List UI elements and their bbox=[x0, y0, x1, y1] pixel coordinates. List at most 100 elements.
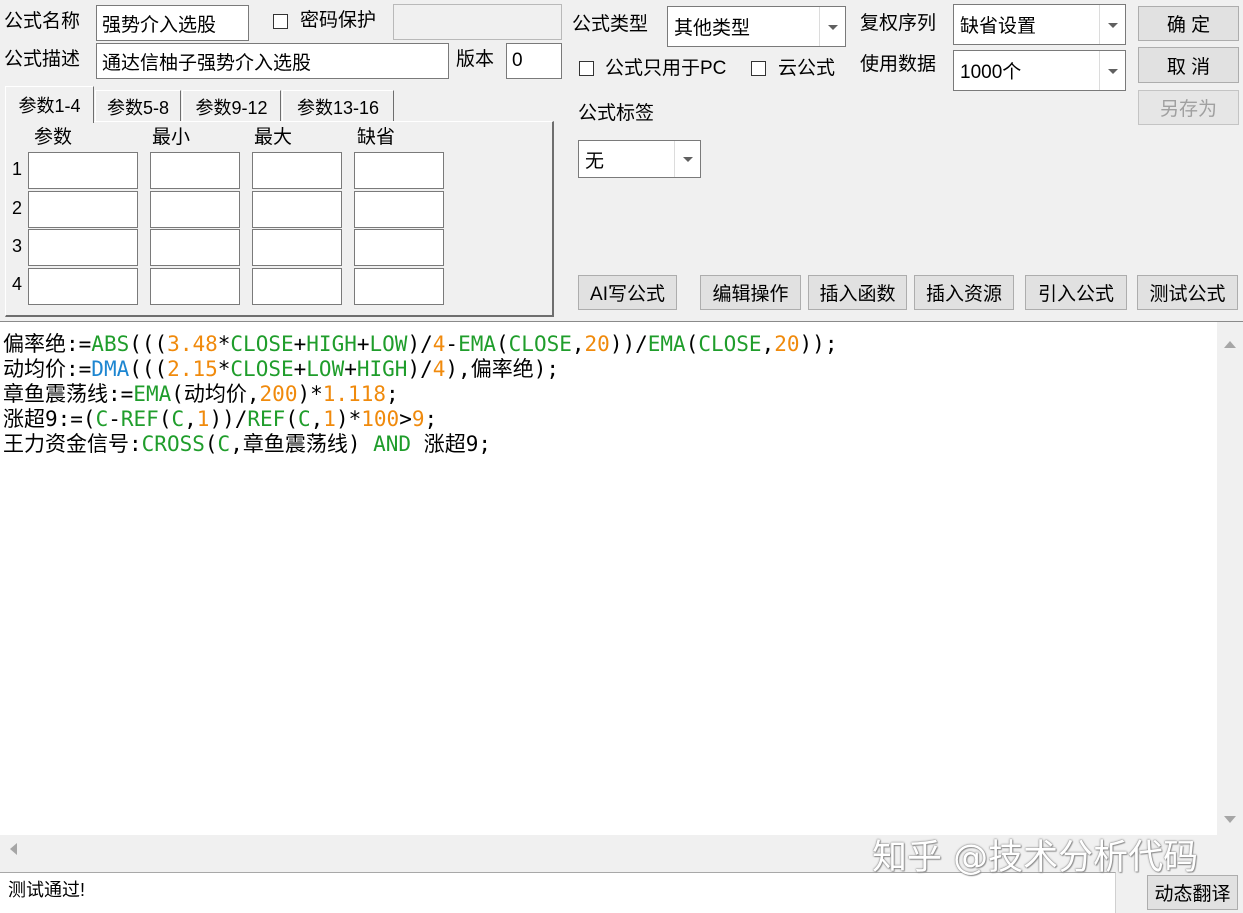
param-max-input[interactable] bbox=[252, 191, 342, 228]
dropdown-button[interactable] bbox=[674, 141, 700, 177]
edit-operations-button[interactable]: 编辑操作 bbox=[700, 275, 801, 310]
cloud-formula-checkbox[interactable]: 云公式 bbox=[748, 55, 840, 83]
code-token: (动均价, bbox=[171, 382, 260, 406]
checkbox-box[interactable] bbox=[751, 61, 766, 76]
tab-params-9-12[interactable]: 参数9-12 bbox=[182, 90, 281, 122]
param-default-input[interactable] bbox=[354, 229, 444, 266]
code-token: REF bbox=[247, 407, 286, 431]
pc-only-checkbox[interactable]: 公式只用于PC bbox=[576, 55, 732, 83]
param-row-number: 1 bbox=[12, 159, 23, 179]
checkbox-box[interactable] bbox=[579, 61, 594, 76]
dynamic-translate-button[interactable]: 动态翻译 bbox=[1147, 875, 1238, 910]
param-max-input[interactable] bbox=[252, 268, 342, 305]
tab-params-5-8[interactable]: 参数5-8 bbox=[95, 90, 181, 122]
code-token: )); bbox=[799, 332, 838, 356]
formula-name-label: 公式名称 bbox=[4, 11, 81, 32]
save-as-button[interactable]: 另存为 bbox=[1138, 90, 1239, 125]
insert-resource-button[interactable]: 插入资源 bbox=[914, 275, 1014, 310]
code-token: , bbox=[310, 407, 324, 431]
param-min-input[interactable] bbox=[150, 191, 240, 228]
password-protect-label: 密码保护 bbox=[300, 10, 377, 31]
code-editor[interactable]: 偏率绝:=ABS(((3.48*CLOSE+HIGH+LOW)/4-EMA(CL… bbox=[0, 322, 1217, 835]
password-protect-checkbox[interactable]: 密码保护 bbox=[270, 8, 385, 34]
param-min-input[interactable] bbox=[150, 152, 240, 189]
formula-type-value: 其他类型 bbox=[674, 18, 751, 39]
ok-button[interactable]: 确 定 bbox=[1138, 6, 1239, 41]
param-default-input[interactable] bbox=[354, 191, 444, 228]
scroll-up-icon[interactable] bbox=[1224, 341, 1236, 348]
code-token: ( bbox=[685, 332, 699, 356]
code-line: 偏率绝:=ABS(((3.48*CLOSE+HIGH+LOW)/4-EMA(CL… bbox=[3, 332, 1217, 357]
code-token: 涨超9; bbox=[411, 432, 491, 456]
param-header-max: 最大 bbox=[254, 127, 293, 148]
code-token: , bbox=[184, 407, 197, 431]
code-lines: 偏率绝:=ABS(((3.48*CLOSE+HIGH+LOW)/4-EMA(CL… bbox=[3, 332, 1217, 457]
param-name-input[interactable] bbox=[28, 152, 138, 189]
param-default-input[interactable] bbox=[354, 268, 444, 305]
scrollbar-corner bbox=[1217, 835, 1243, 871]
param-default-input[interactable] bbox=[354, 152, 444, 189]
tab-params-13-16[interactable]: 参数13-16 bbox=[282, 90, 394, 122]
code-token: + bbox=[344, 357, 357, 381]
import-formula-button[interactable]: 引入公式 bbox=[1025, 275, 1127, 310]
code-token: ( bbox=[158, 407, 172, 431]
tab-params-1-4[interactable]: 参数1-4 bbox=[5, 86, 94, 123]
code-token: EMA bbox=[647, 332, 686, 356]
code-token: LOW bbox=[306, 357, 345, 381]
cancel-button[interactable]: 取 消 bbox=[1138, 47, 1239, 83]
code-line: 动均价:=DMA(((2.15*CLOSE+LOW+HIGH)/4),偏率绝); bbox=[3, 357, 1217, 382]
chevron-down-icon bbox=[828, 24, 838, 30]
code-token: HIGH bbox=[306, 332, 357, 356]
code-token: CLOSE bbox=[698, 332, 762, 356]
dropdown-button[interactable] bbox=[1099, 5, 1125, 44]
checkbox-box[interactable] bbox=[273, 14, 288, 29]
formula-tag-select[interactable]: 无 bbox=[578, 140, 701, 178]
code-line: 王力资金信号:CROSS(C,章鱼震荡线) AND 涨超9; bbox=[3, 432, 1217, 457]
password-field[interactable] bbox=[393, 4, 562, 40]
code-editor-frame: 偏率绝:=ABS(((3.48*CLOSE+HIGH+LOW)/4-EMA(CL… bbox=[0, 321, 1243, 871]
param-min-input[interactable] bbox=[150, 268, 240, 305]
code-token: ))/ bbox=[209, 407, 248, 431]
code-token: * bbox=[217, 357, 231, 381]
data-count-select[interactable]: 1000个 bbox=[953, 50, 1126, 91]
code-token: 200 bbox=[259, 382, 298, 406]
code-token: EMA bbox=[133, 382, 172, 406]
param-name-input[interactable] bbox=[28, 268, 138, 305]
code-token: 偏率绝:= bbox=[3, 332, 92, 356]
scroll-left-icon[interactable] bbox=[10, 843, 17, 855]
vertical-scrollbar[interactable] bbox=[1217, 322, 1243, 835]
param-max-input[interactable] bbox=[252, 152, 342, 189]
parameter-panel: 参数 最小 最大 缺省 1 2 3 4 bbox=[5, 121, 554, 317]
formula-type-select[interactable]: 其他类型 bbox=[667, 6, 846, 47]
scroll-down-icon[interactable] bbox=[1224, 816, 1236, 823]
data-count-value: 1000个 bbox=[960, 62, 1022, 83]
param-max-input[interactable] bbox=[252, 229, 342, 266]
code-token: ; bbox=[424, 407, 438, 431]
version-input[interactable] bbox=[506, 43, 562, 79]
formula-name-input[interactable] bbox=[96, 5, 249, 41]
code-token: ; bbox=[385, 382, 399, 406]
code-token: > bbox=[399, 407, 412, 431]
ai-write-formula-button[interactable]: AI写公式 bbox=[578, 275, 677, 310]
param-min-input[interactable] bbox=[150, 229, 240, 266]
code-token: ( bbox=[285, 407, 298, 431]
formula-desc-input[interactable] bbox=[96, 43, 449, 79]
code-token: C bbox=[95, 407, 109, 431]
code-token: + bbox=[293, 332, 307, 356]
insert-function-button[interactable]: 插入函数 bbox=[808, 275, 907, 310]
code-token: ( bbox=[496, 332, 509, 356]
dropdown-button[interactable] bbox=[819, 7, 845, 46]
code-token: ((( bbox=[129, 357, 168, 381]
cloud-formula-label: 云公式 bbox=[778, 58, 836, 79]
code-token: - bbox=[108, 407, 121, 431]
code-token: )* bbox=[297, 382, 323, 406]
dropdown-button[interactable] bbox=[1099, 51, 1125, 90]
param-name-input[interactable] bbox=[28, 229, 138, 266]
code-token: 100 bbox=[361, 407, 400, 431]
param-name-input[interactable] bbox=[28, 191, 138, 228]
test-formula-button[interactable]: 测试公式 bbox=[1137, 275, 1238, 310]
code-token: LOW bbox=[369, 332, 408, 356]
adjust-sequence-select[interactable]: 缺省设置 bbox=[953, 4, 1126, 45]
code-token: 20 bbox=[584, 332, 610, 356]
adjust-sequence-label: 复权序列 bbox=[860, 13, 937, 34]
